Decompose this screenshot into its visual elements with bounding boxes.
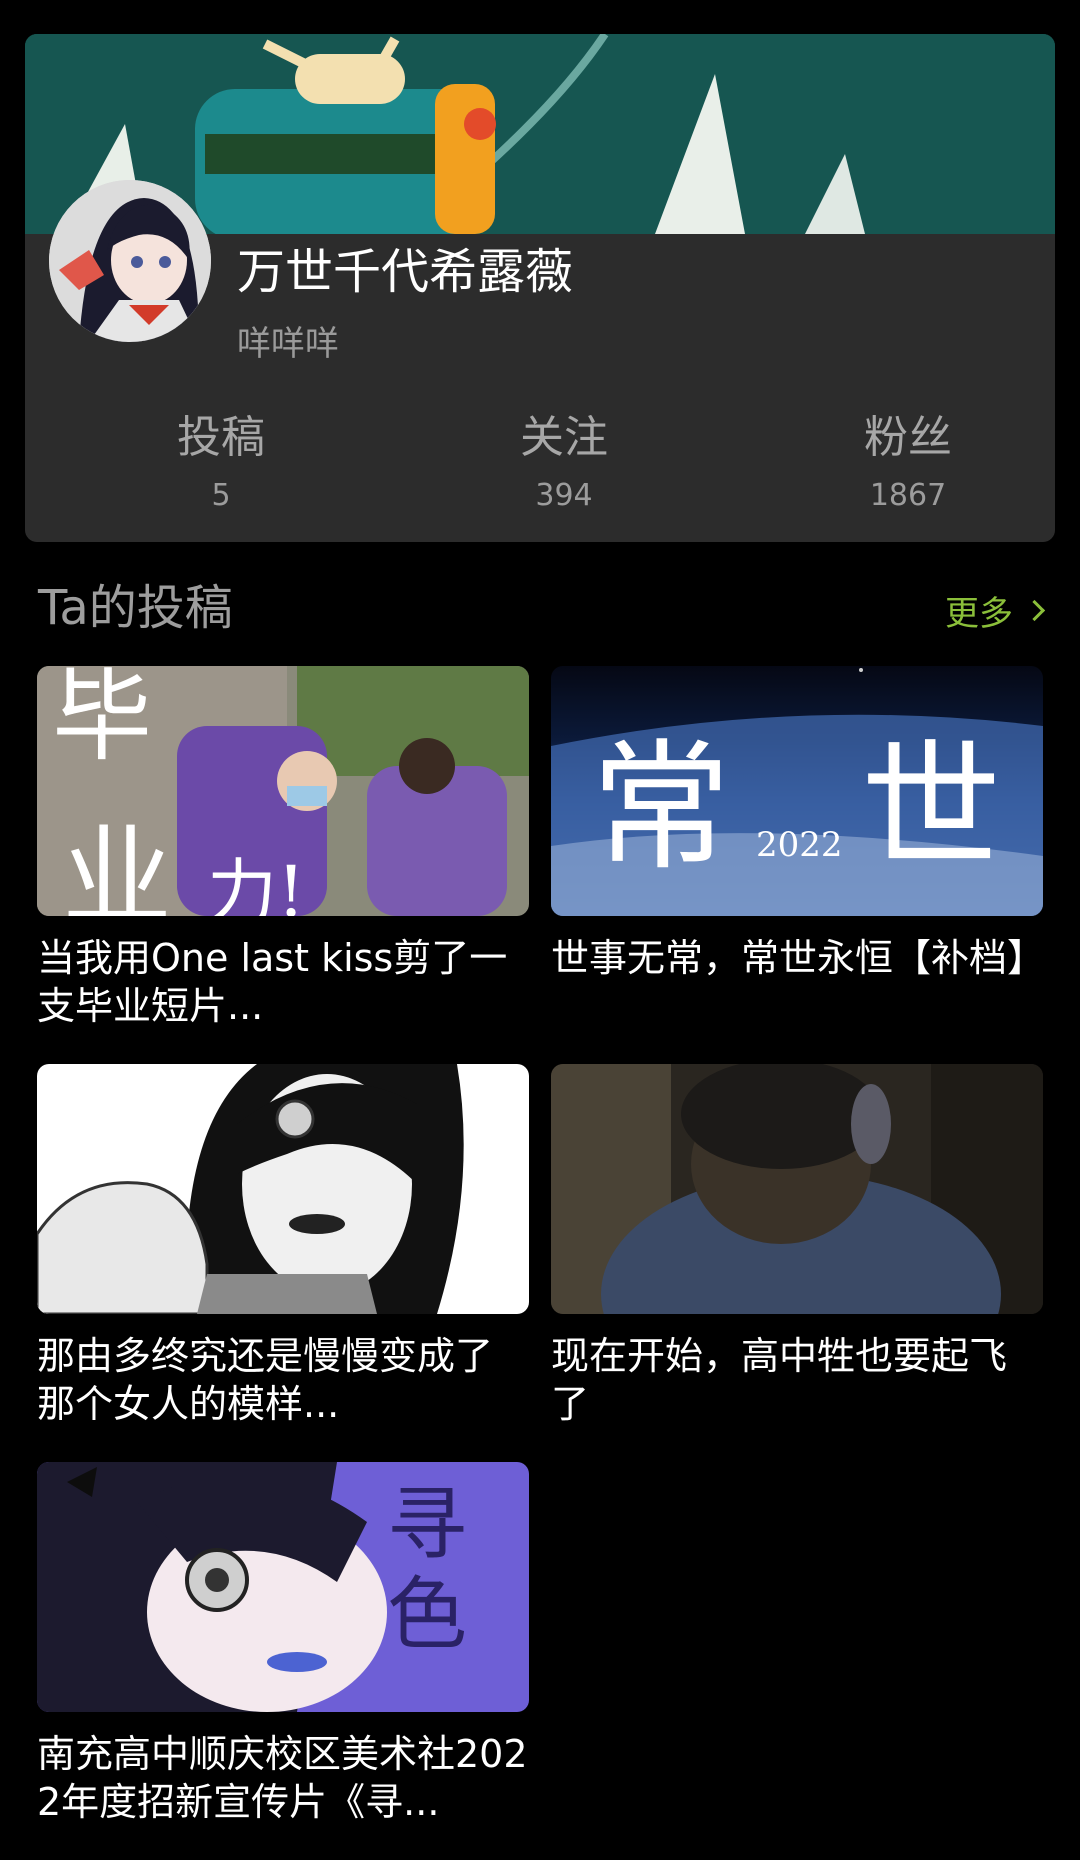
thumb-text-2: 2022 (756, 825, 843, 865)
thumb-text-3: 世 (861, 727, 1001, 890)
video-title[interactable]: 当我用One last kiss剪了一支毕业短片... (37, 934, 529, 1030)
profile-card: 万世千代希露薇 咩咩咩 投稿 5 关注 394 粉丝 1867 (25, 34, 1055, 542)
thumb-text-1: 常 (591, 727, 731, 890)
more-link[interactable]: 更多 (945, 586, 1046, 635)
stat-following-label: 关注 (520, 412, 608, 463)
video-thumbnail[interactable]: 寻 色 (37, 1462, 529, 1712)
stat-following[interactable]: 关注 394 (444, 412, 684, 514)
stat-submissions-label: 投稿 (177, 412, 265, 463)
thumb-text-3: 力! (207, 851, 305, 916)
stat-followers-value: 1867 (869, 478, 947, 514)
thumb-text-2: 业 (62, 814, 172, 916)
video-thumbnail[interactable] (37, 1064, 529, 1314)
video-card[interactable]: 那由多终究还是慢慢变成了那个女人的模样... (37, 1064, 529, 1428)
video-card[interactable]: 常 2022 世 世事无常，常世永恒【补档】 (551, 666, 1043, 1030)
chevron-right-icon (1023, 599, 1046, 622)
video-card[interactable]: 毕 业 力! 当我用One last kiss剪了一支毕业短片... (37, 666, 529, 1030)
video-thumbnail[interactable]: 毕 业 力! (37, 666, 529, 916)
video-title[interactable]: 南充高中顺庆校区美术社2022年度招新宣传片《寻... (37, 1730, 529, 1826)
thumb-text-2: 色 (387, 1568, 467, 1661)
username: 万世千代希露薇 (237, 244, 574, 300)
signature: 咩咩咩 (237, 324, 339, 364)
avatar[interactable] (49, 180, 211, 342)
thumb-text-1: 毕 (52, 666, 152, 775)
video-title[interactable]: 世事无常，常世永恒【补档】 (551, 934, 1043, 1030)
more-link-label: 更多 (945, 594, 1013, 634)
stat-followers[interactable]: 粉丝 1867 (788, 412, 1028, 514)
video-thumbnail[interactable]: 常 2022 世 (551, 666, 1043, 916)
video-card[interactable]: 现在开始，高中牲也要起飞了 (551, 1064, 1043, 1428)
video-title[interactable]: 那由多终究还是慢慢变成了那个女人的模样... (37, 1332, 529, 1428)
video-thumbnail[interactable] (551, 1064, 1043, 1314)
video-card[interactable]: 寻 色 南充高中顺庆校区美术社2022年度招新宣传片《寻... (37, 1462, 529, 1826)
section-title: Ta的投稿 (38, 580, 233, 636)
stat-following-value: 394 (535, 478, 593, 514)
stat-submissions-value: 5 (211, 478, 231, 514)
stat-followers-label: 粉丝 (864, 412, 952, 463)
stat-submissions[interactable]: 投稿 5 (101, 412, 341, 514)
video-title[interactable]: 现在开始，高中牲也要起飞了 (551, 1332, 1043, 1428)
thumb-text-1: 寻 (387, 1478, 467, 1571)
